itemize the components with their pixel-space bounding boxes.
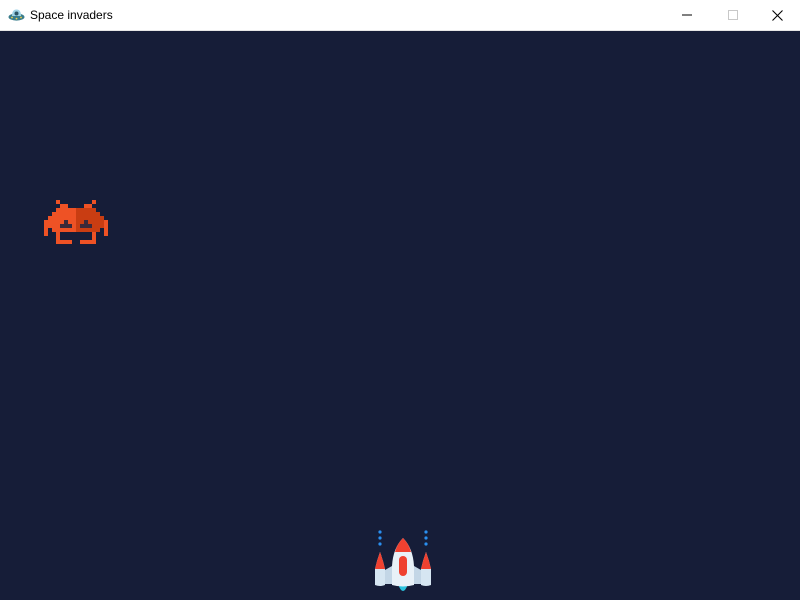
maximize-icon: [728, 10, 738, 20]
close-icon: [771, 9, 783, 21]
game-canvas[interactable]: [0, 31, 800, 600]
window-title: Space invaders: [30, 8, 113, 22]
minimize-button[interactable]: [664, 0, 710, 30]
space-invader-alien-icon: [44, 200, 108, 244]
minimize-icon: [682, 14, 692, 16]
maximize-button[interactable]: [710, 0, 756, 30]
title-bar[interactable]: Space invaders: [0, 0, 800, 31]
close-button[interactable]: [754, 0, 800, 30]
game-window: Space invaders: [0, 0, 800, 600]
player-spaceship-icon: [375, 530, 431, 591]
ufo-icon: [8, 9, 25, 21]
